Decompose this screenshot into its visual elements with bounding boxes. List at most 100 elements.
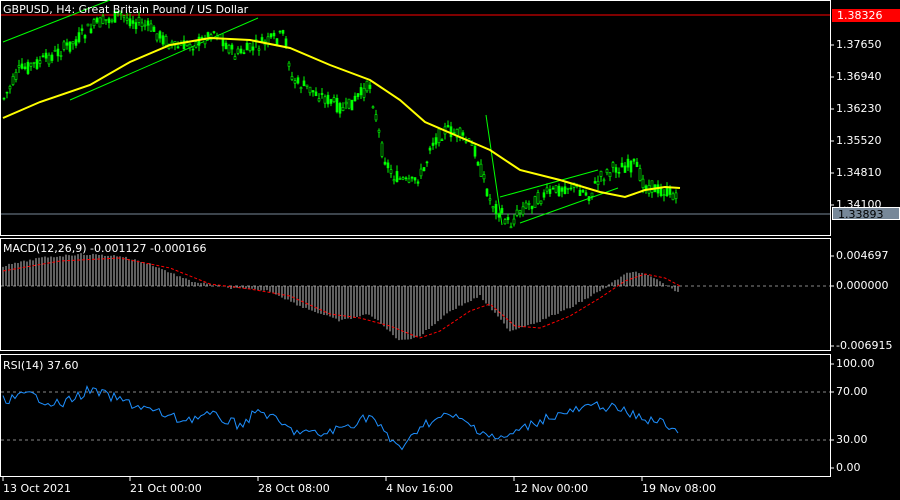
candle-body (419, 168, 423, 177)
candle-body (479, 163, 483, 177)
candle-body (98, 17, 102, 28)
candle-body (326, 94, 330, 105)
candle-body (560, 187, 564, 192)
macd-tick: 0.004697 (836, 249, 889, 262)
candle-body (296, 77, 300, 84)
candle-body (260, 37, 264, 42)
rsi-tick: 70.00 (836, 385, 868, 398)
candle-body (299, 87, 303, 90)
candle-body (551, 187, 555, 190)
candle-body (650, 180, 654, 193)
candle-body (596, 180, 600, 186)
candle-body (578, 189, 582, 196)
candle-body (143, 24, 147, 27)
candle-body (197, 36, 201, 46)
candle-body (20, 63, 24, 69)
candle-body (287, 62, 291, 67)
candle-body (611, 162, 615, 168)
candle-body (602, 179, 606, 182)
candle-body (329, 99, 333, 104)
candle-body (311, 90, 315, 93)
candle-body (134, 22, 138, 30)
high-price-tag: 1.38326 (832, 9, 900, 22)
candle-body (29, 62, 33, 67)
candle-body (407, 178, 411, 183)
time-label: 13 Oct 2021 (3, 482, 72, 495)
candle-body (485, 188, 489, 197)
candle-body (359, 87, 363, 96)
candle-body (107, 18, 111, 24)
candle-body (383, 161, 387, 165)
candle-body (530, 205, 534, 210)
candle-body (377, 129, 381, 133)
candle-body (401, 177, 405, 180)
candle-body (278, 30, 282, 33)
candle-body (239, 48, 243, 54)
candle-body (65, 42, 69, 46)
candle-body (353, 95, 357, 102)
candle-body (140, 22, 144, 27)
candle-body (398, 178, 402, 180)
candle-body (47, 54, 51, 65)
candle-body (386, 162, 390, 169)
candle-body (545, 187, 549, 192)
current-price-tag: 1.33893 (832, 207, 900, 221)
candle-body (347, 98, 351, 109)
candle-body (617, 172, 621, 174)
candle-body (62, 41, 66, 50)
candle-body (44, 52, 48, 59)
macd-pane-frame (0, 238, 831, 351)
candle-body (605, 169, 609, 174)
candle-body (518, 210, 522, 214)
price-pane-frame (0, 0, 831, 236)
candle-body (509, 226, 513, 229)
candle-body (629, 160, 633, 173)
candle-body (275, 38, 279, 45)
macd-histogram (2, 253, 679, 341)
candle-body (491, 206, 495, 209)
candle-body (86, 23, 90, 27)
candle-body (461, 132, 465, 136)
candle-body (404, 177, 408, 180)
candle-body (272, 32, 276, 37)
trendline-lower[interactable] (69, 17, 259, 101)
price-tick: 1.36230 (836, 102, 882, 115)
candle-body (269, 33, 273, 38)
candle-body (266, 36, 270, 44)
candle-body (248, 43, 252, 51)
candle-body (533, 196, 537, 208)
candle-body (230, 44, 234, 50)
axis-ticks (2, 44, 834, 481)
candle-body (2, 97, 6, 100)
candle-body (41, 55, 45, 58)
candle-body (38, 60, 42, 64)
candle-body (497, 213, 501, 218)
candle-body (242, 52, 246, 54)
candle-body (338, 103, 342, 114)
candle-body (449, 126, 453, 138)
candle-body (131, 20, 135, 24)
candle-body (77, 32, 81, 43)
candle-body (659, 187, 663, 196)
candle-body (149, 23, 153, 32)
symbol-title: GBPUSD, H4: Great Britain Pound / US Dol… (3, 3, 249, 16)
candle-body (203, 39, 207, 45)
candle-body (593, 181, 597, 184)
candle-body (503, 219, 507, 225)
candle-body (125, 17, 129, 21)
candle-body (368, 84, 372, 89)
candle-body (341, 107, 345, 111)
candle-body (245, 42, 249, 51)
trendline-steep[interactable] (485, 114, 503, 226)
candle-body (215, 35, 219, 38)
candle-body (440, 139, 444, 141)
candle-body (290, 76, 294, 80)
candle-body (632, 158, 636, 162)
candle-body (566, 187, 570, 190)
time-label: 28 Oct 08:00 (258, 482, 330, 495)
candle-body (251, 46, 255, 51)
candle-body (314, 91, 318, 96)
candle-body (5, 91, 9, 94)
candle-body (332, 97, 336, 103)
candle-body (410, 176, 414, 179)
